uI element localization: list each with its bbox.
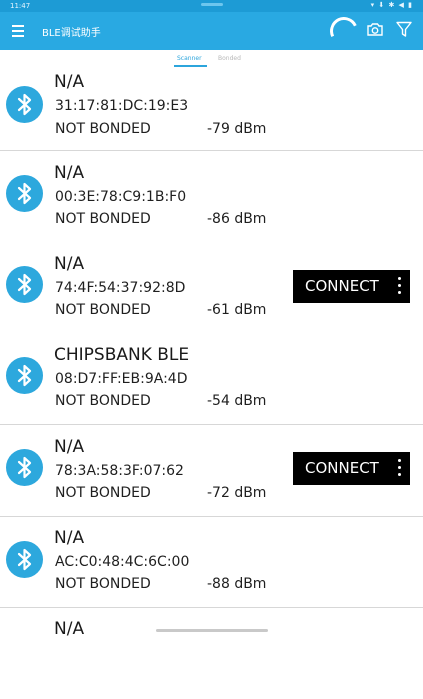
rssi-value: -86 dBm [207,211,267,227]
bluetooth-icon [6,86,43,123]
refresh-spinner-icon [326,13,362,49]
bond-state: NOT BONDED [55,576,151,592]
app-title: BLE调试助手 [42,28,101,39]
status-time: 11:47 [10,2,31,10]
app-bar: BLE调试助手 [0,12,423,50]
device-name: N/A [54,254,85,274]
device-row[interactable]: CHIPSBANK BLE 08:D7:FF:EB:9A:4D NOT BOND… [0,333,423,424]
device-mac: AC:C0:48:4C:6C:00 [55,554,190,570]
tab-bonded[interactable]: Bonded [218,55,241,62]
device-name: N/A [54,72,85,92]
rssi-value: -79 dBm [207,121,267,137]
device-mac: 74:4F:54:37:92:8D [55,280,186,296]
device-name: N/A [54,528,85,548]
bluetooth-icon [6,449,43,486]
device-row[interactable]: N/A AC:C0:48:4C:6C:00 NOT BONDED -88 dBm [0,517,423,608]
camera-notch [201,3,223,6]
connect-button[interactable]: CONNECT [293,270,410,303]
device-mac: 78:3A:58:3F:07:62 [55,463,184,479]
device-row[interactable]: N/A 74:4F:54:37:92:8D NOT BONDED -61 dBm… [0,242,423,333]
connect-button-label: CONNECT [305,459,379,477]
connect-button[interactable]: CONNECT [293,452,410,485]
bond-state: NOT BONDED [55,393,151,409]
bluetooth-icon [6,357,43,394]
status-icons: ▾ ⬇ ✱ ◀ ▮ [370,1,413,9]
rssi-value: -88 dBm [207,576,267,592]
device-name: N/A [54,163,85,183]
bond-state: NOT BONDED [55,211,151,227]
tab-indicator [174,65,207,67]
status-bar: 11:47 ▾ ⬇ ✱ ◀ ▮ [0,0,423,12]
menu-icon[interactable] [12,25,24,37]
device-name: CHIPSBANK BLE [54,345,190,365]
filter-icon[interactable] [396,21,412,38]
bluetooth-icon [6,175,43,212]
device-mac: 31:17:81:DC:19:E3 [55,98,189,114]
device-mac: 00:3E:78:C9:1B:F0 [55,189,187,205]
bond-state: NOT BONDED [55,485,151,501]
rssi-value: -72 dBm [207,485,267,501]
bluetooth-icon [6,541,43,578]
device-row[interactable]: N/A [0,608,423,699]
gesture-bar [156,629,268,632]
rssi-value: -54 dBm [207,393,267,409]
camera-icon[interactable] [366,22,384,37]
device-row[interactable]: N/A 00:3E:78:C9:1B:F0 NOT BONDED -86 dBm [0,151,423,242]
device-row[interactable]: N/A 31:17:81:DC:19:E3 NOT BONDED -79 dBm [0,70,423,161]
device-name: N/A [54,437,85,457]
device-row[interactable]: N/A 78:3A:58:3F:07:62 NOT BONDED -72 dBm… [0,425,423,516]
connect-button-label: CONNECT [305,277,379,295]
bluetooth-icon [6,266,43,303]
tab-bar: Scanner Bonded [0,50,423,70]
device-name: N/A [54,619,85,639]
bond-state: NOT BONDED [55,121,151,137]
more-vert-icon[interactable] [398,459,402,480]
rssi-value: -61 dBm [207,302,267,318]
more-vert-icon[interactable] [398,277,402,298]
bond-state: NOT BONDED [55,302,151,318]
device-mac: 08:D7:FF:EB:9A:4D [55,371,188,387]
tab-scanner[interactable]: Scanner [177,55,202,62]
